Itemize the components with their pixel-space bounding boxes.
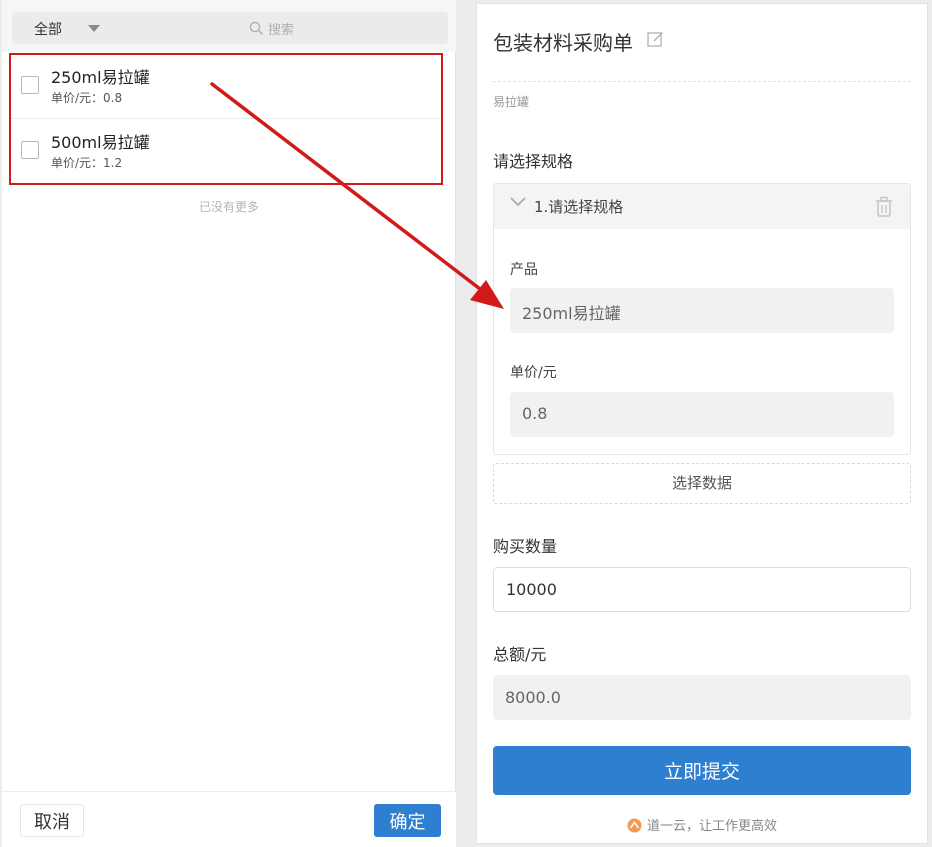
brand-footer: 道一云，让工作更高效 — [477, 815, 927, 834]
edit-icon[interactable] — [647, 31, 664, 48]
confirm-button[interactable]: 确定 — [374, 804, 441, 837]
trash-icon[interactable] — [874, 196, 894, 218]
spec-section-label: 请选择规格 — [493, 152, 574, 171]
product-field: 250ml易拉罐 — [510, 288, 894, 333]
filter-search-bar: 全部 搜索 — [12, 12, 448, 44]
form-title: 包装材料采购单 — [493, 31, 633, 55]
picker-footer: 取消 确定 — [2, 791, 456, 847]
quantity-input[interactable]: 10000 — [493, 567, 911, 612]
search-input[interactable]: 搜索 — [268, 19, 294, 38]
list-item[interactable]: 500ml易拉罐 单价/元：1.2 — [10, 118, 440, 182]
total-field: 8000.0 — [493, 675, 911, 720]
title-divider — [493, 81, 911, 82]
search-icon[interactable] — [249, 21, 263, 35]
form-subtitle: 易拉罐 — [493, 95, 530, 109]
caret-down-icon[interactable] — [88, 25, 100, 32]
chevron-down-icon[interactable] — [509, 196, 527, 208]
spec-item-card: 1.请选择规格 产品 250ml易拉罐 单价/元 0.8 — [493, 183, 911, 455]
spec-item-header[interactable]: 1.请选择规格 — [494, 184, 910, 229]
unit-price-field: 0.8 — [510, 392, 894, 437]
filter-toolbar: 全部 搜索 — [2, 0, 456, 52]
item-name: 500ml易拉罐 — [51, 133, 150, 152]
filter-dropdown-label[interactable]: 全部 — [34, 19, 62, 39]
unit-price-label: 单价/元 — [510, 365, 557, 381]
product-label: 产品 — [510, 262, 538, 278]
total-label: 总额/元 — [493, 645, 547, 664]
purchase-form-panel: 包装材料采购单 易拉罐 请选择规格 1.请选择规格 产品 250ml易拉罐 单价… — [476, 3, 928, 844]
quantity-label: 购买数量 — [493, 537, 558, 556]
submit-button[interactable]: 立即提交 — [493, 746, 911, 795]
item-checkbox[interactable] — [21, 141, 39, 159]
brand-logo-icon — [627, 818, 642, 833]
select-data-button[interactable]: 选择数据 — [493, 463, 911, 504]
brand-slogan: 道一云，让工作更高效 — [646, 819, 777, 834]
item-name: 250ml易拉罐 — [51, 68, 150, 87]
list-item[interactable]: 250ml易拉罐 单价/元：0.8 — [10, 54, 440, 118]
data-picker-panel: 全部 搜索 250ml易拉罐 单价/元：0.8 500ml易拉罐 单价/元：1.… — [2, 0, 456, 847]
cancel-button[interactable]: 取消 — [20, 804, 84, 837]
spec-item-title: 1.请选择规格 — [534, 198, 624, 216]
item-price: 单价/元：1.2 — [51, 156, 123, 170]
item-checkbox[interactable] — [21, 76, 39, 94]
no-more-text: 已没有更多 — [198, 200, 259, 214]
item-price: 单价/元：0.8 — [51, 91, 123, 105]
